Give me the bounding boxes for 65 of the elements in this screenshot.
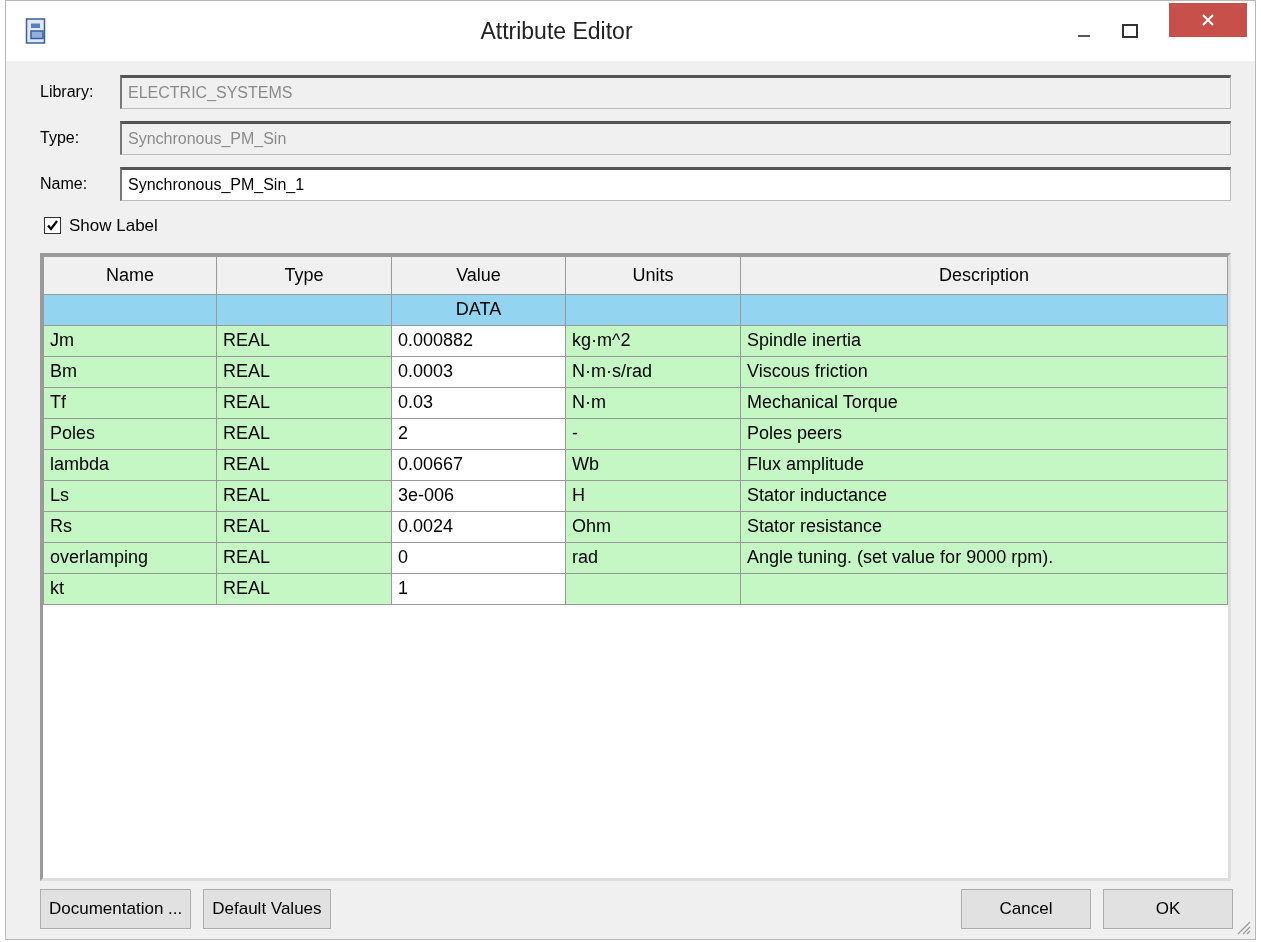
table-cell[interactable]: 2: [391, 418, 566, 449]
table-cell[interactable]: 0.00667: [391, 449, 566, 480]
table-cell: overlamping: [43, 542, 217, 573]
table-cell: N·m·s/rad: [565, 356, 741, 387]
column-header: Name: [43, 256, 217, 294]
dialog-button[interactable]: Cancel: [961, 889, 1091, 929]
table-cell[interactable]: 0.0003: [391, 356, 566, 387]
window-title: Attribute Editor: [479, 16, 634, 46]
table-cell: REAL: [216, 356, 392, 387]
table-cell: rad: [565, 542, 741, 573]
table-cell: N·m: [565, 387, 741, 418]
table-cell[interactable]: 3e-006: [391, 480, 566, 511]
column-header: Units: [565, 256, 741, 294]
table-cell[interactable]: 0.000882: [391, 325, 566, 356]
maximize-icon: [1122, 24, 1138, 38]
text-field[interactable]: Synchronous_PM_Sin_1: [120, 167, 1231, 201]
table-cell: Wb: [565, 449, 741, 480]
table-cell[interactable]: 0.03: [391, 387, 566, 418]
checkbox[interactable]: [44, 217, 61, 235]
field-label: Name:: [40, 174, 89, 194]
group-cell: DATA: [391, 294, 566, 325]
table-cell: Rs: [43, 511, 217, 542]
dialog-button[interactable]: Documentation ...: [40, 889, 192, 929]
dialog-button[interactable]: OK: [1103, 889, 1233, 929]
table-cell: REAL: [216, 418, 392, 449]
close-button[interactable]: [1169, 3, 1247, 37]
column-header: Type: [216, 256, 392, 294]
close-icon: [1201, 13, 1215, 27]
column-header: Value: [391, 256, 566, 294]
field-label: Library:: [40, 82, 95, 102]
table-cell: Tf: [43, 387, 217, 418]
field-label: Type:: [40, 128, 81, 148]
table-cell: Bm: [43, 356, 217, 387]
column-header: Description: [740, 256, 1228, 294]
table-cell: kg·m^2: [565, 325, 741, 356]
table-cell: lambda: [43, 449, 217, 480]
table-cell: Jm: [43, 325, 217, 356]
resize-grip-icon[interactable]: [1235, 919, 1251, 935]
table-cell[interactable]: 0.0024: [391, 511, 566, 542]
table-cell: REAL: [216, 573, 392, 604]
table-cell: Flux amplitude: [740, 449, 1228, 480]
table-cell: Viscous friction: [740, 356, 1228, 387]
table-cell: Ls: [43, 480, 217, 511]
table-cell: REAL: [216, 387, 392, 418]
table-cell: Spindle inertia: [740, 325, 1228, 356]
table-cell: REAL: [216, 325, 392, 356]
table-cell[interactable]: 0: [391, 542, 566, 573]
table-cell: Poles: [43, 418, 217, 449]
table-cell: -: [565, 418, 741, 449]
dialog-button[interactable]: Default Values: [203, 889, 331, 929]
table-cell: Poles peers: [740, 418, 1228, 449]
table-cell: H: [565, 480, 741, 511]
checkbox-label: Show Label: [69, 215, 158, 237]
table-cell: kt: [43, 573, 217, 604]
minimize-icon: [1078, 35, 1090, 37]
table-cell: REAL: [216, 449, 392, 480]
table-cell: REAL: [216, 480, 392, 511]
table-cell[interactable]: 1: [391, 573, 566, 604]
table-cell: Ohm: [565, 511, 741, 542]
table-cell: Stator resistance: [740, 511, 1228, 542]
table-cell: REAL: [216, 542, 392, 573]
table-cell: Stator inductance: [740, 480, 1228, 511]
table-cell: REAL: [216, 511, 392, 542]
table-cell: Mechanical Torque: [740, 387, 1228, 418]
table-cell: Angle tuning. (set value for 9000 rpm).: [740, 542, 1228, 573]
